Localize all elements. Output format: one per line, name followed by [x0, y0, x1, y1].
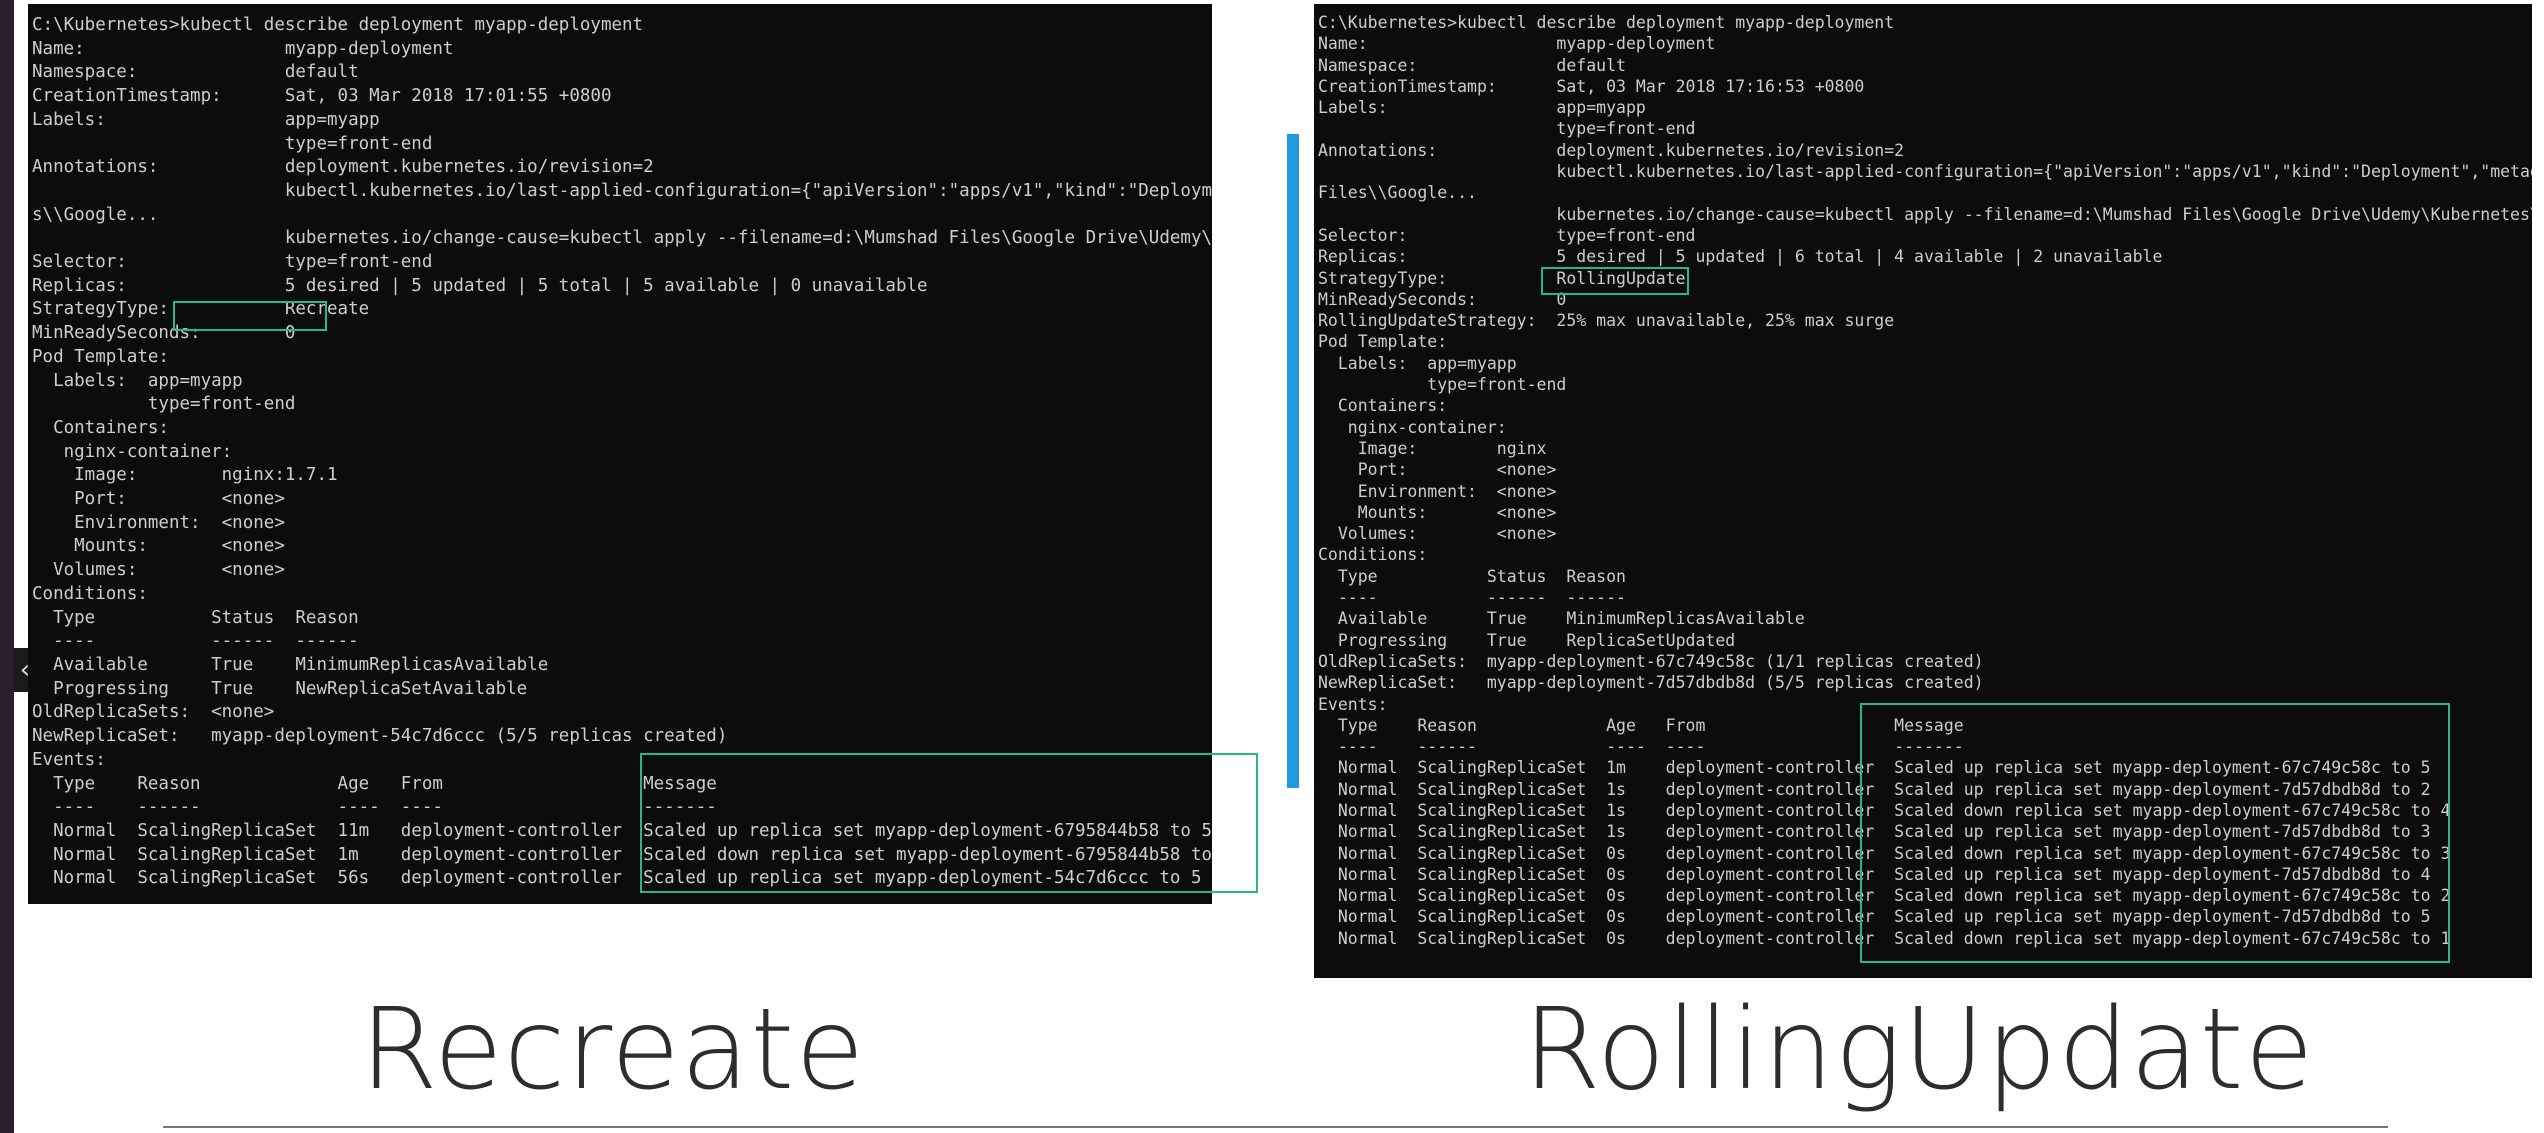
terminal-line: Labels: app=myapp — [1318, 353, 1517, 373]
terminal-line: Progressing True ReplicaSetUpdated — [1318, 630, 1736, 650]
terminal-line: Name: myapp-deployment — [1318, 34, 1716, 54]
terminal-line: Replicas: 5 desired | 5 updated | 6 tota… — [1318, 247, 2163, 267]
terminal-line: Environment: <none> — [32, 512, 285, 533]
terminal-line: Volumes: <none> — [1318, 524, 1557, 544]
slide-left-edge — [0, 0, 14, 1133]
terminal-line: StrategyType: RollingUpdate — [1318, 268, 1686, 288]
terminal-line: Volumes: <none> — [32, 560, 285, 581]
terminal-line: Mounts: <none> — [32, 536, 285, 557]
terminal-line: type=front-end — [1318, 119, 1696, 139]
terminal-line: Pod Template: — [1318, 332, 1448, 352]
terminal-line: Port: <none> — [32, 489, 285, 510]
terminal-line: C:\Kubernetes>kubectl describe deploymen… — [32, 15, 644, 35]
events-message-highlight-right — [1860, 703, 2450, 963]
terminal-line: Labels: app=myapp — [32, 370, 243, 391]
terminal-line: Replicas: 5 desired | 5 updated | 5 tota… — [32, 275, 928, 296]
terminal-line: Mounts: <none> — [1318, 502, 1557, 522]
terminal-line: Annotations: deployment.kubernetes.io/re… — [1318, 140, 1905, 160]
slide-divider — [163, 1126, 2388, 1128]
events-message-highlight — [640, 753, 1258, 893]
terminal-line: kubernetes.io/change-cause=kubectl apply… — [32, 228, 1212, 249]
terminal-line: Containers: — [32, 417, 169, 438]
terminal-line: nginx-container: — [1318, 417, 1507, 437]
terminal-line: CreationTimestamp: Sat, 03 Mar 2018 17:1… — [1318, 76, 1865, 96]
terminal-line: NewReplicaSet: myapp-deployment-54c7d6cc… — [32, 726, 728, 747]
strategy-type-highlight-right — [1541, 267, 1689, 295]
rollingupdate-caption: RollingUpdate — [1523, 985, 2315, 1115]
terminal-line: Files\\Google... — [1318, 183, 1477, 203]
terminal-line: CreationTimestamp: Sat, 03 Mar 2018 17:0… — [32, 86, 612, 107]
terminal-line: Image: nginx — [1318, 438, 1547, 458]
terminal-line: kubectl.kubernetes.io/last-applied-confi… — [1318, 162, 2532, 182]
terminal-line: Namespace: default — [1318, 55, 1626, 75]
terminal-line: Image: nginx:1.7.1 — [32, 465, 338, 486]
terminal-line: Available True MinimumReplicasAvailable — [32, 654, 549, 675]
terminal-line: Conditions: — [1318, 545, 1428, 565]
terminal-line: s\\Google... — [32, 204, 159, 225]
terminal-line: type=front-end — [32, 394, 296, 415]
terminal-line: MinReadySeconds: 0 — [1318, 289, 1567, 309]
terminal-line: C:\Kubernetes>kubectl describe deploymen… — [1318, 13, 1895, 32]
terminal-line: Environment: <none> — [1318, 481, 1557, 501]
terminal-line: Name: myapp-deployment — [32, 38, 454, 59]
terminal-line: kubernetes.io/change-cause=kubectl apply… — [1318, 204, 2532, 224]
terminal-line: Selector: type=front-end — [1318, 225, 1696, 245]
terminal-line: Selector: type=front-end — [32, 252, 433, 273]
strategy-type-highlight — [173, 301, 327, 331]
terminal-line: Pod Template: — [32, 346, 169, 367]
terminal-line: Conditions: — [32, 583, 148, 604]
terminal-line: Available True MinimumReplicasAvailable — [1318, 609, 1805, 629]
terminal-line: Namespace: default — [32, 62, 359, 83]
terminal-line: ---- ------ ------ — [1318, 588, 1626, 608]
terminal-line: type=front-end — [1318, 375, 1567, 395]
terminal-line: type=front-end — [32, 133, 433, 154]
terminal-line: OldReplicaSets: myapp-deployment-67c749c… — [1318, 651, 1984, 671]
terminal-line: Progressing True NewReplicaSetAvailable — [32, 678, 528, 699]
recreate-caption: Recreate — [360, 985, 866, 1115]
terminal-line: Port: <none> — [1318, 460, 1557, 480]
terminal-line: NewReplicaSet: myapp-deployment-7d57dbdb… — [1318, 673, 1984, 693]
terminal-line: Type Status Reason — [1318, 566, 1626, 586]
terminal-line: Containers: — [1318, 396, 1448, 416]
terminal-line: ---- ------ ------ — [32, 631, 359, 652]
terminal-line: Annotations: deployment.kubernetes.io/re… — [32, 157, 654, 178]
terminal-line: Type Status Reason — [32, 607, 359, 628]
terminal-line: Labels: app=myapp — [1318, 98, 1646, 118]
terminal-line: nginx-container: — [32, 441, 233, 462]
terminal-line: kubectl.kubernetes.io/last-applied-confi… — [32, 180, 1212, 201]
slide-accent-bar — [1287, 134, 1299, 788]
terminal-line: OldReplicaSets: <none> — [32, 702, 275, 723]
terminal-line: Labels: app=myapp — [32, 109, 380, 130]
terminal-line: RollingUpdateStrategy: 25% max unavailab… — [1318, 311, 1895, 331]
